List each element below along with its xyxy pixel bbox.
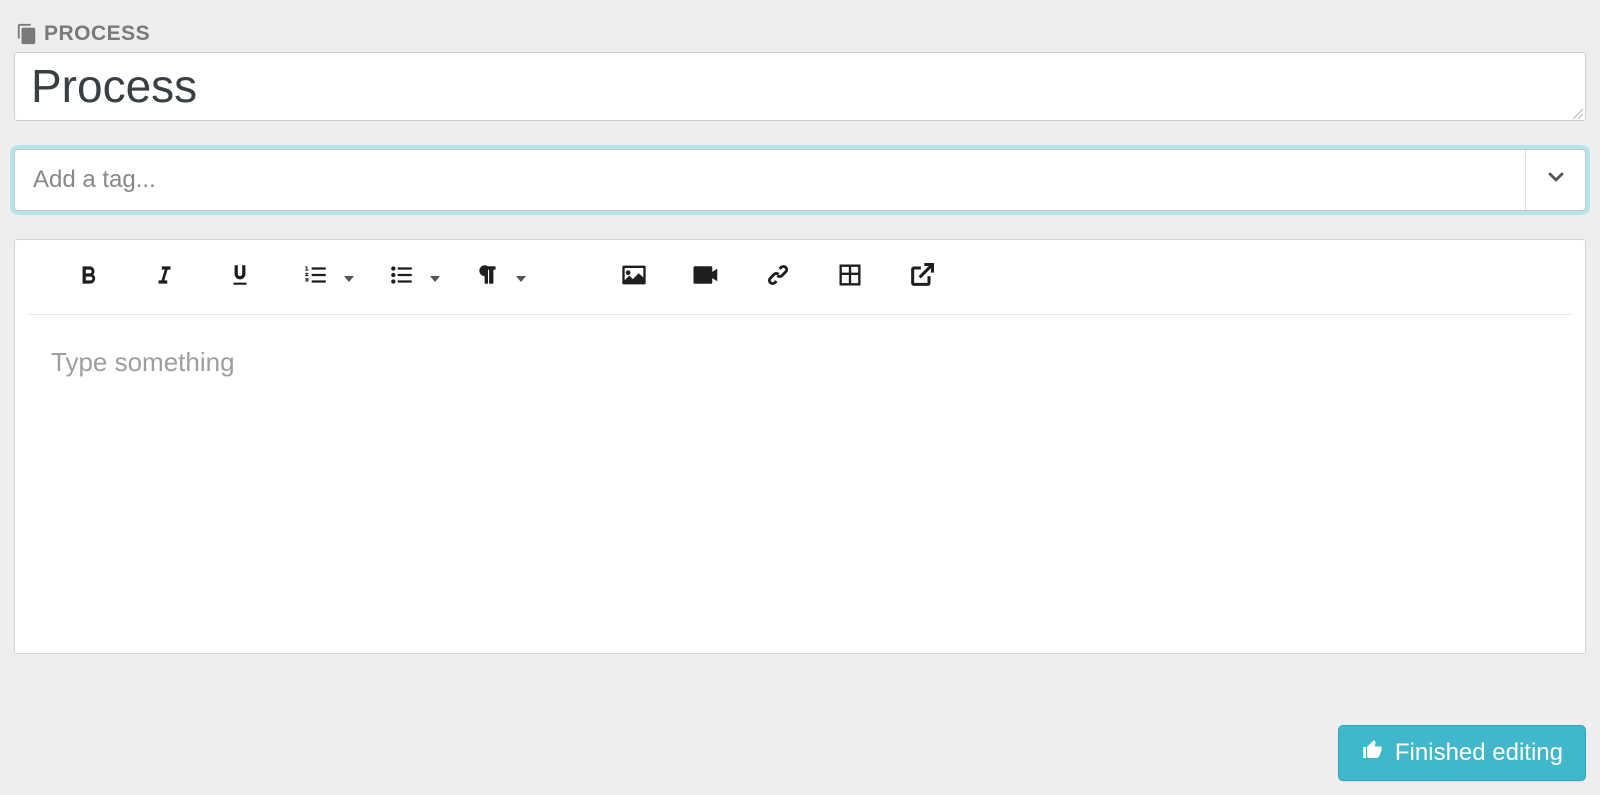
thumbs-up-icon	[1361, 738, 1395, 769]
ordered-list-button[interactable]	[293, 256, 339, 300]
insert-video-button[interactable]	[683, 256, 729, 300]
ordered-list-dropdown[interactable]	[339, 269, 359, 287]
unordered-list-dropdown[interactable]	[425, 269, 445, 287]
table-icon	[836, 261, 864, 294]
unordered-list-button[interactable]	[379, 256, 425, 300]
open-external-button[interactable]	[899, 256, 945, 300]
image-icon	[620, 261, 648, 294]
copy-icon	[16, 23, 38, 45]
process-editor-page: PROCESS	[0, 0, 1600, 795]
unordered-list-icon	[389, 262, 415, 293]
paragraph-icon	[475, 262, 501, 293]
external-link-icon	[908, 261, 936, 294]
rich-text-editor: Type something	[14, 239, 1586, 654]
insert-link-button[interactable]	[755, 256, 801, 300]
insert-image-button[interactable]	[611, 256, 657, 300]
italic-icon	[151, 262, 177, 293]
editor-body[interactable]: Type something	[15, 315, 1585, 653]
insert-table-button[interactable]	[827, 256, 873, 300]
caret-down-icon	[344, 269, 354, 287]
editor-placeholder: Type something	[51, 347, 1549, 378]
finished-editing-button[interactable]: Finished editing	[1338, 725, 1586, 781]
bold-button[interactable]	[65, 256, 111, 300]
italic-button[interactable]	[141, 256, 187, 300]
section-label: PROCESS	[14, 22, 1586, 46]
title-input[interactable]	[31, 61, 1569, 112]
finished-editing-label: Finished editing	[1395, 739, 1563, 767]
section-label-text: PROCESS	[44, 22, 150, 46]
title-field-container	[14, 52, 1586, 121]
caret-down-icon	[430, 269, 440, 287]
ordered-list-icon	[303, 262, 329, 293]
paragraph-format-button[interactable]	[465, 256, 511, 300]
chevron-down-icon	[1544, 165, 1568, 194]
tag-dropdown-toggle[interactable]	[1525, 150, 1585, 210]
underline-icon	[227, 262, 253, 293]
resize-grip-icon	[1571, 106, 1583, 118]
underline-button[interactable]	[217, 256, 263, 300]
tag-input[interactable]	[15, 150, 1525, 210]
video-icon	[691, 260, 721, 295]
bold-icon	[75, 262, 101, 293]
paragraph-format-dropdown[interactable]	[511, 269, 531, 287]
caret-down-icon	[516, 269, 526, 287]
link-icon	[764, 261, 792, 294]
tag-combobox[interactable]	[14, 149, 1586, 211]
editor-toolbar	[29, 240, 1571, 315]
